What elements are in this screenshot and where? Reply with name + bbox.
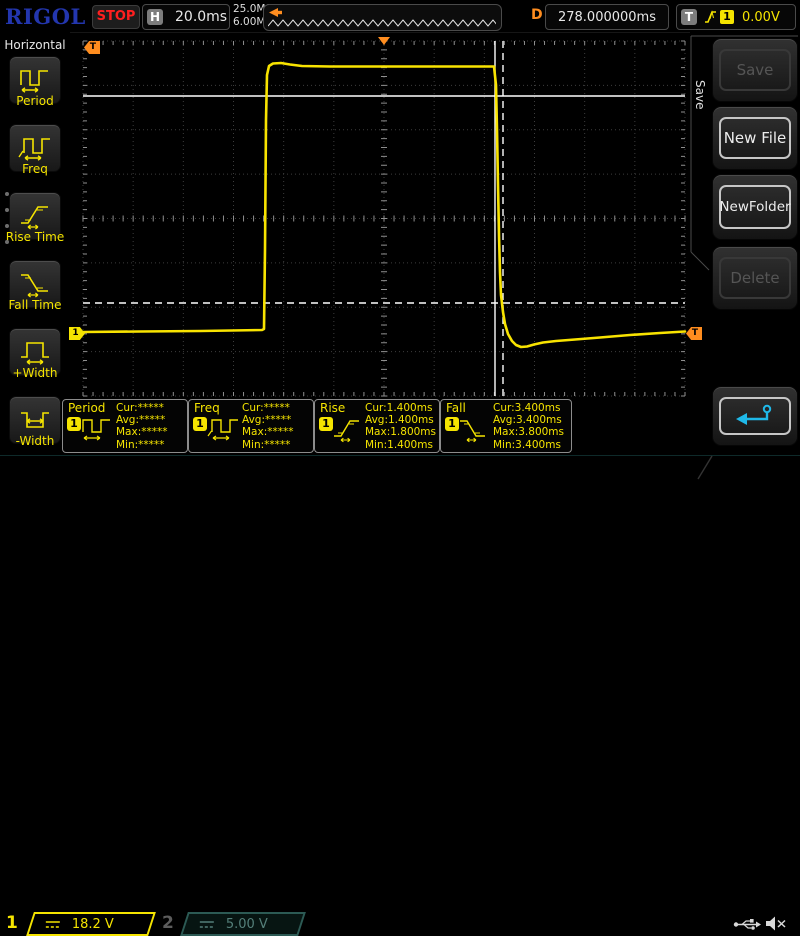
measure-item-neg-width-label: -Width: [15, 434, 55, 448]
rise-time-icon: [334, 420, 359, 443]
channel-1-scale: 18.2 V: [72, 916, 114, 932]
measurement-panel-freq: Freq 1 Cur:***** Avg:***** Max:***** Min…: [188, 399, 314, 453]
page-dot: [5, 192, 9, 196]
usb-icon[interactable]: [733, 918, 761, 931]
page-dot: [5, 224, 9, 228]
fall-time-icon: [460, 420, 485, 443]
h-badge: H: [147, 9, 163, 25]
freq-icon: [18, 138, 50, 161]
horizontal-delay-box[interactable]: 278.000000ms: [545, 4, 669, 30]
measure-item-period-label: Period: [16, 94, 54, 108]
trigger-source-badge: 1: [720, 10, 734, 24]
channel-badge: 1: [67, 417, 81, 431]
save-button-label: Save: [719, 49, 791, 91]
horizontal-measure-menu: Horizontal Period Freq Rise Time Fall Ti…: [0, 32, 70, 452]
measure-row: Max:*****: [242, 426, 294, 439]
record-waveform-icon: [268, 19, 496, 27]
trigger-position-icon[interactable]: [378, 37, 390, 45]
trigger-info-box[interactable]: T 1 0.00V: [676, 4, 796, 30]
measure-row: Avg:*****: [242, 414, 292, 427]
new-file-button[interactable]: New File: [712, 106, 798, 170]
measure-row: Min:*****: [116, 438, 165, 451]
channel-2-number[interactable]: 2: [162, 913, 174, 933]
measure-row: Cur:1.400ms: [365, 402, 433, 414]
return-arrow-icon: [736, 404, 772, 425]
period-icon: [20, 70, 48, 93]
horizontal-timebase-box[interactable]: H 20.0ms: [142, 4, 230, 30]
save-button: Save: [712, 38, 798, 102]
measure-row: Max:3.800ms: [493, 426, 565, 439]
page-dot: [5, 208, 9, 212]
measure-row: Min:3.400ms: [493, 438, 561, 451]
channel-1-position-marker[interactable]: 1: [69, 327, 85, 340]
pos-width-icon: [21, 342, 49, 365]
measure-row: Cur:3.400ms: [493, 402, 561, 414]
back-button[interactable]: [712, 386, 798, 446]
measurement-panel-period: Period 1 Cur:***** Avg:***** Max:***** M…: [62, 399, 188, 453]
delete-button-label: Delete: [719, 257, 791, 299]
dc-coupling-icon: [46, 920, 60, 927]
measure-row: Max:1.800ms: [365, 426, 437, 439]
measure-row: Avg:3.400ms: [493, 414, 562, 427]
rigol-logo: RIGOL: [5, 4, 86, 29]
new-folder-button[interactable]: NewFolder: [712, 174, 798, 240]
trigger-position-left-marker[interactable]: T: [84, 41, 100, 54]
measure-item-rise-time-label: Rise Time: [5, 230, 65, 244]
panel-title: Rise: [320, 401, 346, 415]
measure-row: Cur:*****: [242, 402, 290, 414]
speaker-muted-icon[interactable]: [764, 915, 788, 932]
fall-time-icon: [21, 274, 48, 298]
measurement-panel-rise: Rise 1 Cur:1.400ms Avg:1.400ms Max:1.800…: [314, 399, 440, 453]
measure-row: Avg:1.400ms: [365, 414, 434, 427]
measure-row: Min:*****: [242, 438, 291, 451]
channel-badge: 1: [445, 417, 459, 431]
rise-time-icon: [21, 206, 48, 230]
panel-title: Freq: [194, 401, 220, 415]
dc-coupling-icon: [200, 920, 214, 927]
channel-1-indicator[interactable]: 18.2 V: [26, 912, 156, 936]
new-folder-button-label: NewFolder: [719, 185, 791, 229]
channel-2-indicator[interactable]: 5.00 V: [180, 912, 306, 936]
save-menu-tab: Save: [693, 80, 707, 110]
channel-2-scale: 5.00 V: [226, 916, 268, 932]
rising-edge-icon: [705, 10, 716, 23]
measure-item-pos-width-label: +Width: [12, 366, 58, 380]
run-state-indicator[interactable]: STOP: [92, 5, 140, 29]
measure-item-fall-time-label: Fall Time: [8, 298, 62, 312]
trigger-level-value: 0.00V: [742, 9, 780, 25]
top-status-bar: RIGOL STOP H 20.0ms 25.0MSa/s 6.00M pts …: [0, 0, 800, 33]
channel-badge: 1: [193, 417, 207, 431]
left-menu-title: Horizontal: [4, 38, 66, 52]
new-file-button-label: New File: [719, 117, 791, 159]
period-icon: [82, 419, 110, 441]
measure-item-freq-label: Freq: [22, 162, 48, 176]
window-position-arrow-icon: [269, 8, 282, 17]
trigger-level-marker[interactable]: T: [686, 327, 702, 340]
measure-row: Min:1.400ms: [365, 438, 433, 451]
channel-badge: 1: [319, 417, 333, 431]
page-dot: [5, 240, 9, 244]
panel-title: Period: [68, 401, 106, 415]
channel-status-bar: 1 18.2 V 2 5.00 V: [0, 455, 800, 936]
freq-icon: [207, 419, 238, 441]
measure-row: Cur:*****: [116, 402, 164, 414]
measurement-panel-fall: Fall 1 Cur:3.400ms Avg:3.400ms Max:3.800…: [440, 399, 572, 453]
record-preview-bar[interactable]: [263, 4, 502, 31]
panel-title: Fall: [446, 401, 466, 415]
channel-1-number[interactable]: 1: [6, 913, 18, 933]
trigger-badge: T: [681, 9, 697, 25]
delay-value: 278.000000ms: [557, 9, 656, 25]
measure-row: Avg:*****: [116, 414, 166, 427]
delete-button: Delete: [712, 246, 798, 310]
delay-label: D: [531, 7, 543, 23]
timebase-value: 20.0ms: [175, 9, 228, 25]
neg-width-icon: [21, 412, 49, 428]
measure-row: Max:*****: [116, 426, 168, 439]
